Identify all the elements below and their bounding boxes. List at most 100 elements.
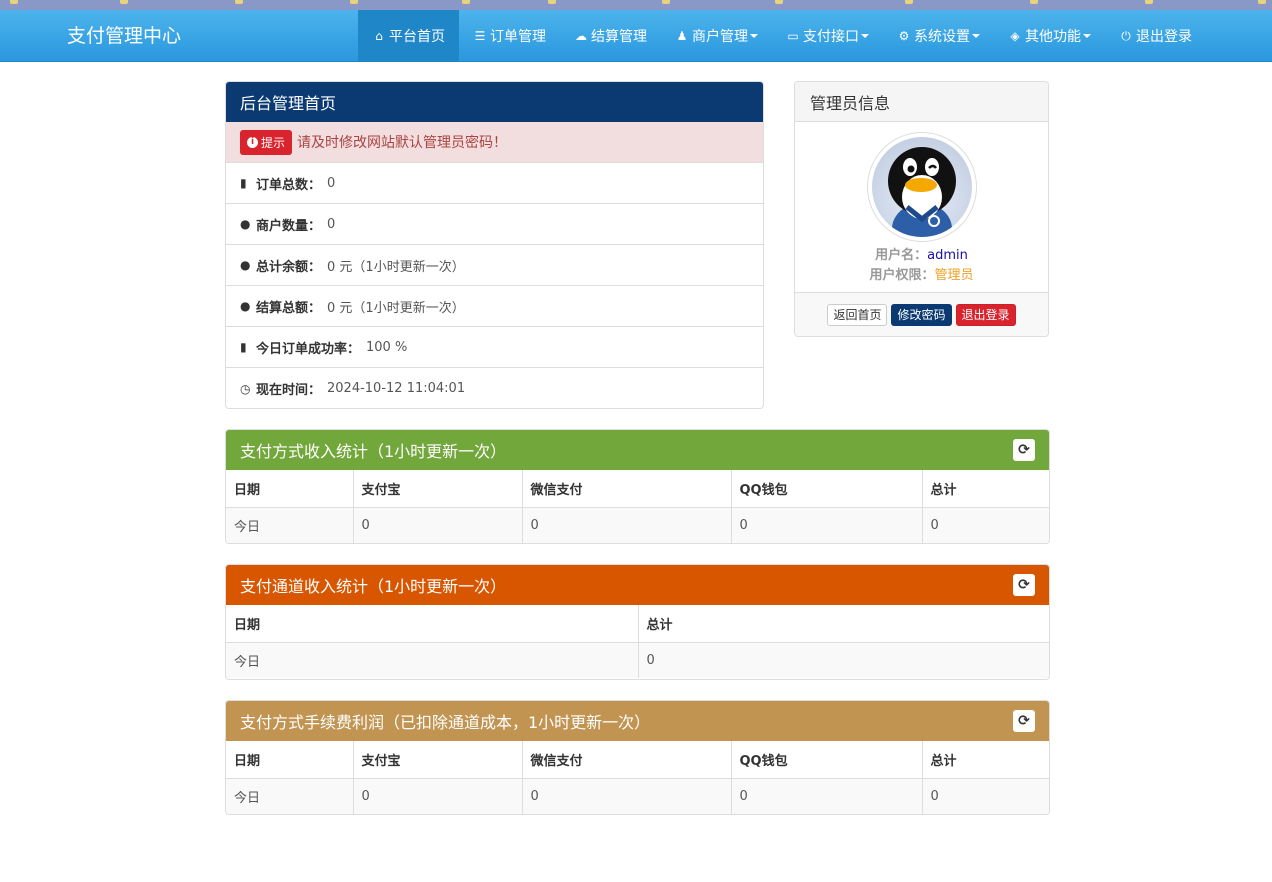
pay-stats-table: 日期 支付宝 微信支付 QQ钱包 总计 今日 0 0 0 0: [226, 470, 1049, 543]
nav-item-2[interactable]: ☁ 结算管理: [560, 10, 661, 62]
table-cell: 0: [522, 778, 732, 814]
penguin-avatar-icon: [888, 147, 956, 237]
nav-item-label: 支付接口: [803, 29, 859, 45]
nav-item-label: 其他功能: [1025, 29, 1081, 45]
nav-item-4[interactable]: ▭ 支付接口: [772, 10, 883, 62]
stat-value: 0: [327, 175, 336, 191]
tint-icon: ●: [240, 299, 251, 313]
nav-item-7[interactable]: ⏻ 退出登录: [1105, 10, 1206, 62]
info-icon: i: [247, 136, 258, 148]
power-icon: ⏻: [1121, 28, 1131, 43]
column-header: QQ钱包: [731, 470, 923, 508]
table-cell: 0: [731, 778, 923, 814]
password-alert: i 提示 请及时修改网站默认管理员密码！: [226, 122, 763, 163]
caret-down-icon: [750, 34, 758, 38]
channel-stats-table: 日期 总计 今日 0: [226, 605, 1049, 678]
refresh-icon[interactable]: ⟳: [1013, 439, 1035, 461]
stat-label: 今日订单成功率：: [256, 341, 361, 357]
column-header: 总计: [638, 605, 1049, 643]
pay-stats-title: 支付方式收入统计（1小时更新一次）: [240, 442, 507, 461]
stat-label: 结算总额：: [256, 300, 322, 316]
stat-row: ◷ 现在时间： 2024-10-12 11:04:01: [226, 368, 763, 408]
nav-item-label: 平台首页: [389, 29, 445, 45]
stat-label: 订单总数：: [256, 177, 322, 193]
bar-chart-icon: ▮: [240, 176, 247, 190]
table-cell: 今日: [226, 507, 354, 543]
nav-item-label: 退出登录: [1136, 29, 1192, 45]
column-header: 支付宝: [353, 741, 523, 779]
pay-stats-panel: 支付方式收入统计（1小时更新一次） ⟳ 日期 支付宝 微信支付 QQ钱包 总计 今日 0 0…: [225, 429, 1050, 544]
brand-title[interactable]: 支付管理中心: [67, 23, 181, 49]
refresh-icon[interactable]: ⟳: [1013, 574, 1035, 596]
tint-icon: ●: [240, 217, 251, 231]
column-header: 日期: [226, 741, 354, 779]
nav-item-1[interactable]: ☰ 订单管理: [459, 10, 560, 62]
back-home-button[interactable]: 返回首页: [827, 304, 888, 326]
column-header: 支付宝: [353, 470, 523, 508]
nav-item-0[interactable]: ⌂ 平台首页: [358, 10, 459, 62]
column-header: QQ钱包: [731, 741, 923, 779]
logout-button[interactable]: 退出登录: [955, 304, 1016, 326]
table-cell: 0: [353, 778, 523, 814]
stat-label: 总计余额：: [256, 259, 322, 275]
caret-down-icon: [861, 34, 869, 38]
home-icon: ⌂: [375, 29, 383, 43]
nav-item-label: 商户管理: [692, 29, 748, 45]
stat-row: ● 商户数量： 0: [226, 204, 763, 245]
stat-label: 现在时间：: [256, 383, 322, 398]
bar-chart-icon: ▮: [240, 340, 247, 354]
gear-icon: ⚙: [898, 29, 910, 43]
table-cell: 0: [922, 507, 1049, 543]
stat-row: ▮ 订单总数： 0: [226, 163, 763, 204]
nav-item-5[interactable]: ⚙ 系统设置: [883, 10, 994, 62]
dashboard-panel: 后台管理首页 i 提示 请及时修改网站默认管理员密码！ ▮ 订单总数： 0 ● 商户数量：…: [225, 81, 764, 409]
channel-stats-title: 支付通道收入统计（1小时更新一次）: [240, 577, 507, 596]
table-cell: 0: [922, 778, 1049, 814]
column-header: 微信支付: [522, 741, 732, 779]
cloud-icon: ☁: [575, 29, 587, 43]
nav-item-label: 结算管理: [591, 29, 647, 45]
fee-stats-title: 支付方式手续费利润（已扣除通道成本，1小时更新一次）: [240, 713, 651, 732]
stat-value: 100 %: [366, 339, 408, 355]
stat-row: ▮ 今日订单成功率： 100 %: [226, 327, 763, 368]
avatar: [867, 132, 977, 242]
change-password-button[interactable]: 修改密码: [891, 304, 952, 326]
caret-down-icon: [972, 34, 980, 38]
stat-value: 0: [327, 216, 336, 232]
stat-value: 0 元（1小时更新一次）: [327, 300, 465, 316]
table-cell: 0: [353, 507, 523, 543]
admin-panel: 管理员信息 用户名：admin 用户权限：管理员 返回首页 修改密码 退出登录: [794, 81, 1049, 337]
nav-item-3[interactable]: ♟ 商户管理: [661, 10, 772, 62]
admin-actions: 返回首页 修改密码 退出登录: [795, 292, 1048, 336]
admin-panel-header: 管理员信息: [795, 82, 1048, 122]
table-cell: 今日: [226, 778, 354, 814]
table-cell: 今日: [226, 642, 639, 678]
channel-stats-header: 支付通道收入统计（1小时更新一次） ⟳: [226, 565, 1049, 605]
admin-title: 管理员信息: [810, 93, 891, 113]
dashboard-title: 后台管理首页: [240, 94, 337, 113]
stats-list: ▮ 订单总数： 0 ● 商户数量： 0 ● 总计余额： 0 元（1小时更新一次） ● 结算总额： 0 …: [226, 163, 763, 408]
username-row: 用户名：admin: [875, 248, 968, 263]
column-header: 总计: [922, 470, 1049, 508]
table-row: 今日 0 0 0 0: [226, 507, 1049, 543]
dashboard-panel-header: 后台管理首页: [226, 82, 763, 122]
user-icon: ♟: [676, 29, 688, 43]
stat-label: 商户数量：: [256, 218, 322, 234]
nav-item-label: 系统设置: [914, 29, 970, 45]
credit-card-icon: ▭: [787, 29, 799, 43]
role: 管理员: [934, 268, 974, 283]
table-cell: 0: [731, 507, 923, 543]
channel-stats-panel: 支付通道收入统计（1小时更新一次） ⟳ 日期 总计 今日 0: [225, 564, 1050, 680]
fee-stats-table: 日期 支付宝 微信支付 QQ钱包 总计 今日 0 0 0 0: [226, 741, 1049, 814]
table-cell: 0: [638, 642, 1049, 678]
column-header: 日期: [226, 470, 354, 508]
navbar: 支付管理中心 ⌂ 平台首页 ☰ 订单管理 ☁ 结算管理 ♟ 商户管理 ▭ 支付接口 ⚙ 系统设置 ◈ 其他…: [0, 10, 1272, 62]
nav-item-6[interactable]: ◈ 其他功能: [994, 10, 1105, 62]
refresh-icon[interactable]: ⟳: [1013, 710, 1035, 732]
column-header: 日期: [226, 605, 639, 643]
table-row: 今日 0: [226, 642, 1049, 678]
nav-item-label: 订单管理: [490, 29, 546, 45]
tint-icon: ●: [240, 258, 251, 272]
username: admin: [927, 248, 968, 263]
stat-value: 0 元（1小时更新一次）: [327, 259, 465, 275]
